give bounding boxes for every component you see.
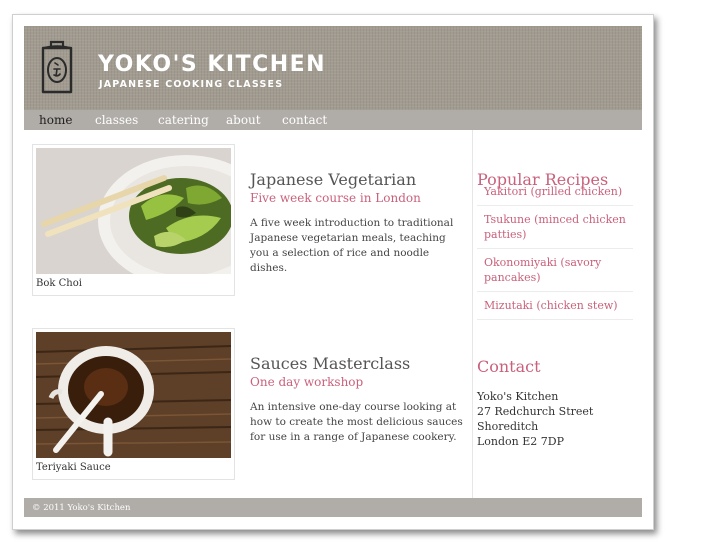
tea-canister-logo-icon[interactable] bbox=[38, 39, 76, 95]
nav-item-about[interactable]: about bbox=[226, 113, 261, 127]
course-description: A five week introduction to traditional … bbox=[250, 217, 454, 274]
site-header: YOKO'S KITCHEN JAPANESE COOKING CLASSES bbox=[24, 26, 642, 110]
site-title[interactable]: YOKO'S KITCHEN bbox=[98, 52, 326, 77]
recipe-link[interactable]: Okonomiyaki (savory pancakes) bbox=[477, 249, 633, 292]
course-image-card: Bok Choi bbox=[32, 144, 235, 296]
course-subtitle: Five week course in London bbox=[250, 191, 421, 205]
teriyaki-sauce-photo bbox=[36, 332, 231, 458]
main-nav: home classes catering about contact bbox=[24, 110, 642, 130]
course-description: An intensive one-day course looking at h… bbox=[250, 401, 463, 443]
course-title: Japanese Vegetarian bbox=[250, 170, 417, 189]
contact-heading: Contact bbox=[477, 357, 541, 376]
image-caption: Teriyaki Sauce bbox=[36, 462, 111, 473]
address-line: London E2 7DP bbox=[477, 435, 565, 448]
course-title: Sauces Masterclass bbox=[250, 354, 411, 373]
recipe-link[interactable]: Tsukune (minced chicken patties) bbox=[477, 206, 633, 249]
address-line: Yoko's Kitchen bbox=[477, 390, 559, 403]
recipe-link[interactable]: Mizutaki (chicken stew) bbox=[477, 292, 633, 320]
bok-choi-photo bbox=[36, 148, 231, 274]
contact-address: Yoko's Kitchen 27 Redchurch Street Shore… bbox=[477, 389, 593, 449]
site-subtitle: JAPANESE COOKING CLASSES bbox=[99, 79, 284, 90]
nav-item-classes[interactable]: classes bbox=[95, 113, 138, 127]
nav-item-contact[interactable]: contact bbox=[282, 113, 327, 127]
course-image-card: Teriyaki Sauce bbox=[32, 328, 235, 480]
nav-item-home[interactable]: home bbox=[39, 113, 72, 127]
sidebar-divider bbox=[472, 130, 473, 498]
recipe-link[interactable]: Yakitori (grilled chicken) bbox=[477, 178, 633, 206]
address-line: Shoreditch bbox=[477, 420, 539, 433]
copyright-text: © 2011 Yoko's Kitchen bbox=[32, 503, 131, 513]
site-footer: © 2011 Yoko's Kitchen bbox=[24, 498, 642, 517]
recipe-list: Yakitori (grilled chicken) Tsukune (minc… bbox=[477, 178, 633, 320]
address-line: 27 Redchurch Street bbox=[477, 405, 594, 418]
image-caption: Bok Choi bbox=[36, 278, 82, 289]
page-frame: YOKO'S KITCHEN JAPANESE COOKING CLASSES … bbox=[12, 14, 654, 530]
nav-item-catering[interactable]: catering bbox=[158, 113, 209, 127]
course-subtitle: One day workshop bbox=[250, 375, 364, 389]
main-content: Bok Choi Japanese Vegetarian Five week c… bbox=[24, 130, 642, 498]
